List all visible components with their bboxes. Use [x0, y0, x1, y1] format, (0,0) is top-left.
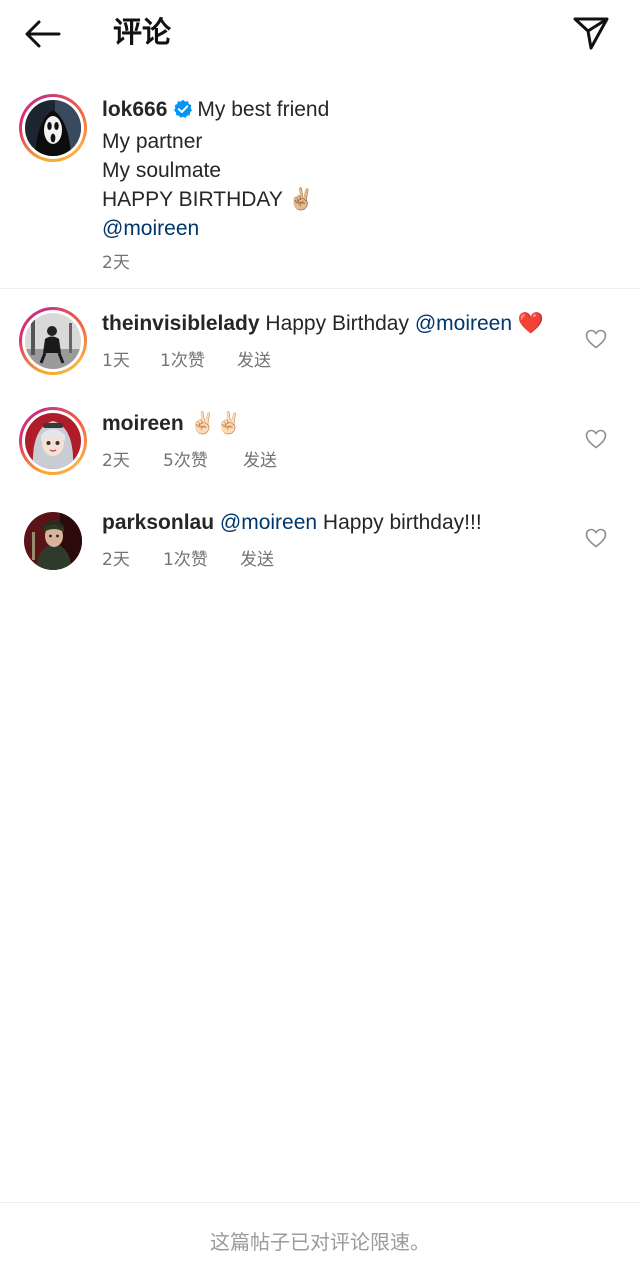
- comment-username[interactable]: parksonlau: [102, 511, 214, 534]
- comment-limit-notice: 这篇帖子已对评论限速。: [210, 1230, 430, 1254]
- like-button[interactable]: [584, 327, 608, 351]
- comment-likes-link[interactable]: 1次赞: [160, 346, 237, 371]
- heart-outline-icon: [585, 429, 607, 449]
- heart-outline-icon: [585, 329, 607, 349]
- comment-body: Happy birthday!!!: [322, 511, 482, 534]
- comment-meta: 2天 1次赞 发送: [102, 545, 274, 570]
- avatar: [25, 313, 81, 369]
- reply-button[interactable]: 发送: [237, 346, 271, 371]
- comment-time: 1天: [102, 351, 130, 371]
- comment-username[interactable]: moireen: [102, 412, 184, 435]
- reply-button[interactable]: 发送: [240, 545, 274, 570]
- caption-line: HAPPY BIRTHDAY ✌🏼: [102, 188, 315, 211]
- comment-mention-link[interactable]: @moireen: [415, 312, 512, 335]
- heart-emoji: ❤️: [517, 312, 545, 335]
- comment-meta: 2天 5次赞 发送: [102, 446, 277, 471]
- caption-mention-link[interactable]: @moireen: [102, 214, 572, 243]
- post-author-username[interactable]: lok666: [102, 98, 167, 121]
- comment-time: 2天: [102, 451, 130, 471]
- caption-line: My soulmate: [102, 159, 222, 182]
- comment-text: moireen ✌🏻✌🏻: [102, 409, 242, 438]
- top-bar: 评论: [0, 0, 640, 66]
- arrow-left-icon: [25, 20, 61, 48]
- caption-line: My partner: [102, 130, 203, 153]
- avatar[interactable]: [24, 512, 82, 570]
- comment-likes-link[interactable]: 1次赞: [163, 545, 240, 570]
- verified-badge-icon: [173, 98, 193, 127]
- commenter-avatar-ring[interactable]: [19, 307, 87, 375]
- comment-text: parksonlau @moireen Happy birthday!!!: [102, 508, 482, 537]
- footer-divider: [0, 1202, 640, 1203]
- avatar: [25, 413, 81, 469]
- avatar: [25, 100, 81, 156]
- comment-meta: 1天 1次赞 发送: [102, 346, 271, 371]
- page-title: 评论: [113, 15, 172, 49]
- share-button[interactable]: [570, 12, 612, 54]
- comment-body: Happy Birthday: [265, 312, 409, 335]
- comment-time: 2天: [102, 550, 130, 570]
- comment-mention-link[interactable]: @moireen: [220, 511, 317, 534]
- post-caption: lok666 My best friend My partner My soul…: [102, 95, 572, 243]
- post-author-avatar-ring[interactable]: [19, 94, 87, 162]
- like-button[interactable]: [584, 526, 608, 550]
- like-button[interactable]: [584, 427, 608, 451]
- post-timestamp: 2天: [102, 253, 130, 273]
- divider: [0, 288, 640, 289]
- heart-outline-icon: [585, 528, 607, 548]
- victory-hand-emoji: ✌🏻✌🏻: [189, 412, 242, 435]
- comment-likes-link[interactable]: 5次赞: [163, 446, 243, 471]
- caption-line: My best friend: [197, 98, 330, 121]
- reply-button[interactable]: 发送: [243, 446, 277, 471]
- back-button[interactable]: [22, 14, 62, 54]
- commenter-avatar-ring[interactable]: [19, 407, 87, 475]
- comment-text: theinvisiblelady Happy Birthday @moireen…: [102, 309, 544, 338]
- paper-plane-icon: [573, 17, 609, 50]
- comment-username[interactable]: theinvisiblelady: [102, 312, 260, 335]
